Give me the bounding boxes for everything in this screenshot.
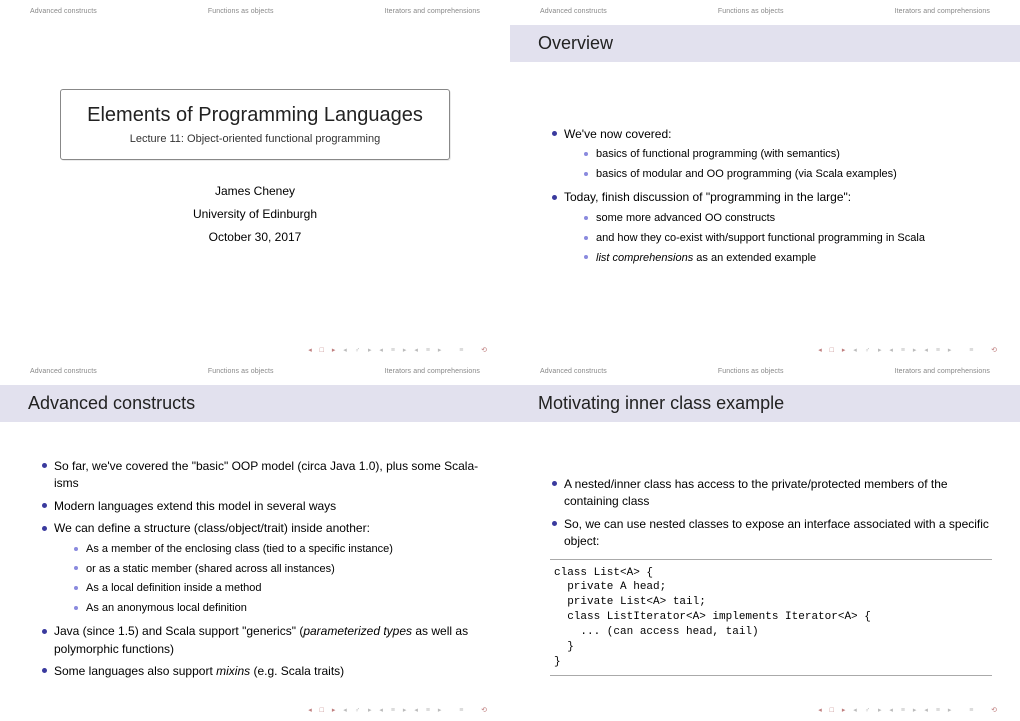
nav-line: Advanced constructs Functions as objects…	[28, 368, 482, 385]
title-frame: Elements of Programming Languages Lectur…	[60, 89, 450, 160]
slide-motivating: Advanced constructs Functions as objects…	[510, 360, 1020, 720]
bullet: So, we can use nested classes to expose …	[552, 516, 992, 551]
sub-bullet: As a member of the enclosing class (tied…	[74, 542, 482, 558]
sub-bullet: As a local definition inside a method	[74, 581, 482, 597]
nav-b: Functions as objects	[208, 368, 274, 375]
bullet: We can define a structure (class/object/…	[42, 520, 482, 617]
date: October 30, 2017	[28, 226, 482, 249]
slide-body: So far, we've covered the "basic" OOP mo…	[28, 440, 482, 680]
slide-advanced: Advanced constructs Functions as objects…	[0, 360, 510, 720]
footer-icons: ◂ □ ▸ ◂ ♂ ▸ ◂ ≡ ▸ ◂ ≡ ▸ ≡ ⟲	[308, 346, 490, 354]
bullet: A nested/inner class has access to the p…	[552, 476, 992, 511]
nav-a: Advanced constructs	[540, 8, 607, 15]
bullet: So far, we've covered the "basic" OOP mo…	[42, 458, 482, 493]
sub-bullet: As an anonymous local definition	[74, 601, 482, 617]
nav-line: Advanced constructs Functions as objects…	[28, 8, 482, 25]
nav-line: Advanced constructs Functions as objects…	[538, 368, 992, 385]
sub-bullet: list comprehensions as an extended examp…	[584, 251, 992, 267]
nav-b: Functions as objects	[718, 368, 784, 375]
slide-header: Advanced constructs	[0, 385, 510, 422]
bullet: Modern languages extend this model in se…	[42, 498, 482, 515]
slide-header: Motivating inner class example	[510, 385, 1020, 422]
nav-b: Functions as objects	[718, 8, 784, 15]
title-main: Elements of Programming Languages	[79, 104, 431, 127]
sub-bullet: and how they co-exist with/support funct…	[584, 231, 992, 247]
bullet: Java (since 1.5) and Scala support "gene…	[42, 623, 482, 658]
nav-c: Iterators and comprehensions	[385, 368, 480, 375]
footer-icons: ◂ □ ▸ ◂ ♂ ▸ ◂ ≡ ▸ ◂ ≡ ▸ ≡ ⟲	[818, 346, 1000, 354]
sub-bullet: or as a static member (shared across all…	[74, 562, 482, 578]
bullet: Some languages also support mixins (e.g.…	[42, 663, 482, 680]
nav-c: Iterators and comprehensions	[895, 368, 990, 375]
slide-header: Overview	[510, 25, 1020, 62]
slide-title: Advanced constructs Functions as objects…	[0, 0, 510, 360]
nav-a: Advanced constructs	[30, 8, 97, 15]
nav-c: Iterators and comprehensions	[385, 8, 480, 15]
nav-a: Advanced constructs	[540, 368, 607, 375]
slide-body: We've now covered: basics of functional …	[538, 80, 992, 266]
code-block: class List<A> { private A head; private …	[550, 559, 992, 677]
nav-c: Iterators and comprehensions	[895, 8, 990, 15]
nav-b: Functions as objects	[208, 8, 274, 15]
title-meta: James Cheney University of Edinburgh Oct…	[28, 180, 482, 248]
sub-bullet: basics of modular and OO programming (vi…	[584, 167, 992, 183]
bullet: We've now covered: basics of functional …	[552, 126, 992, 183]
footer-icons: ◂ □ ▸ ◂ ♂ ▸ ◂ ≡ ▸ ◂ ≡ ▸ ≡ ⟲	[818, 706, 1000, 714]
sub-bullet: basics of functional programming (with s…	[584, 147, 992, 163]
sub-bullet: some more advanced OO constructs	[584, 211, 992, 227]
institution: University of Edinburgh	[28, 203, 482, 226]
slide-body: A nested/inner class has access to the p…	[538, 440, 992, 676]
nav-line: Advanced constructs Functions as objects…	[538, 8, 992, 25]
slide-overview: Advanced constructs Functions as objects…	[510, 0, 1020, 360]
nav-a: Advanced constructs	[30, 368, 97, 375]
bullet: Today, finish discussion of "programming…	[552, 189, 992, 266]
title-sub: Lecture 11: Object-oriented functional p…	[79, 133, 431, 145]
footer-icons: ◂ □ ▸ ◂ ♂ ▸ ◂ ≡ ▸ ◂ ≡ ▸ ≡ ⟲	[308, 706, 490, 714]
author: James Cheney	[28, 180, 482, 203]
